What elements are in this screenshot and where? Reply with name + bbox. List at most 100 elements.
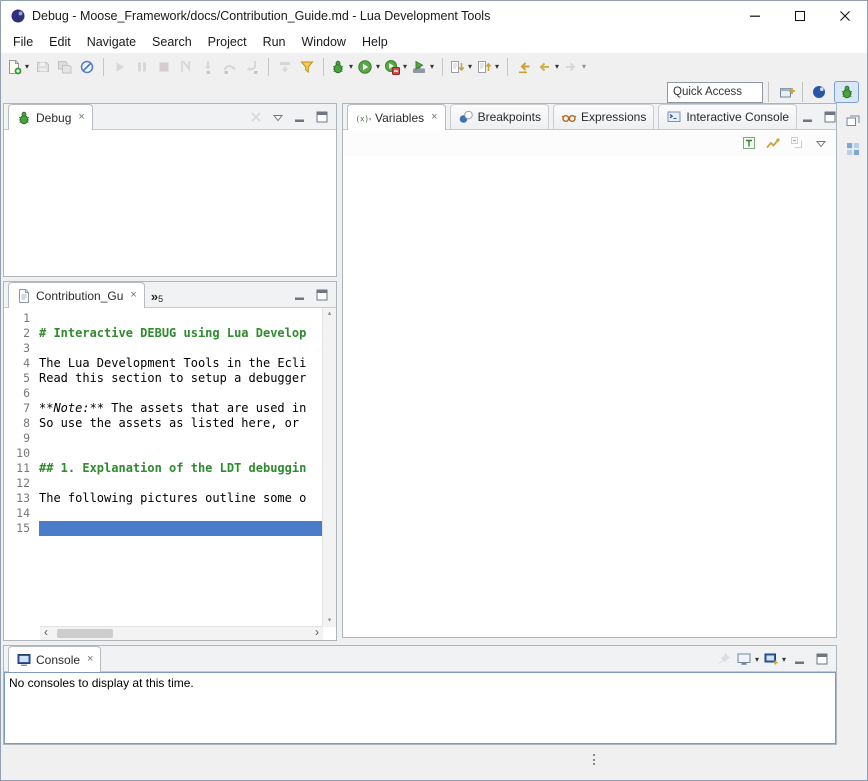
editor-line: 15 [4, 521, 323, 536]
scroll-up-icon[interactable]: ▴ [323, 308, 336, 320]
tab-debug[interactable]: Debug × [8, 104, 93, 130]
menu-file[interactable]: File [5, 33, 41, 51]
minimize-button[interactable] [290, 285, 310, 305]
restore-icon [845, 113, 861, 129]
next-annotation-dropdown[interactable]: ▾ [466, 62, 474, 71]
open-console-dropdown[interactable]: ▾ [780, 655, 788, 664]
toolbar-separator [103, 58, 104, 76]
window-title: Debug - Moose_Framework/docs/Contributio… [32, 9, 490, 23]
debug-icon [839, 84, 855, 100]
skip-all-breakpoints-button[interactable] [77, 57, 97, 77]
line-content: **Note:** The assets that are used in [39, 401, 323, 416]
editor-vertical-scrollbar[interactable]: ▴ ▾ [322, 308, 336, 627]
editor-line: 5Read this section to setup a debugger [4, 371, 323, 386]
menu-search[interactable]: Search [144, 33, 200, 51]
display-selected-console-dropdown[interactable]: ▾ [753, 655, 761, 664]
disconnect-icon [178, 59, 194, 75]
maximize-button[interactable] [820, 107, 840, 127]
tab-label: Variables [375, 111, 424, 125]
view-menu-button[interactable] [268, 107, 288, 127]
run-dropdown[interactable]: ▾ [374, 62, 382, 71]
close-tab-icon[interactable]: × [130, 290, 136, 301]
next-annotation-button[interactable]: ▾ [449, 57, 474, 77]
close-tab-icon[interactable]: × [431, 112, 437, 123]
editor-line: 9 [4, 431, 323, 446]
line-number: 12 [4, 476, 39, 491]
console-view-toolbar: ▾▾ [713, 649, 836, 669]
external-tools-button[interactable]: ▾ [411, 57, 436, 77]
save-button [33, 57, 53, 77]
menu-navigate[interactable]: Navigate [79, 33, 144, 51]
previous-annotation-dropdown[interactable]: ▾ [493, 62, 501, 71]
minimize-button[interactable] [798, 107, 818, 127]
scroll-down-icon[interactable]: ▾ [323, 615, 336, 627]
perspective-row [1, 80, 867, 104]
new-button[interactable]: ▾ [6, 57, 31, 77]
console-message: No consoles to display at this time. [5, 673, 835, 693]
line-content [39, 386, 323, 401]
coverage-dropdown[interactable]: ▾ [401, 62, 409, 71]
resize-grip[interactable] [593, 754, 595, 765]
lua-perspective-button[interactable] [806, 81, 831, 103]
hidden-editors-chevron[interactable]: » 5 [145, 284, 169, 308]
editor-horizontal-scrollbar[interactable]: ‹ › [40, 626, 323, 640]
scrollbar-thumb[interactable] [57, 629, 113, 638]
maximize-button[interactable] [312, 107, 332, 127]
debug-button[interactable]: ▾ [330, 57, 355, 77]
tab-breakpoints[interactable]: Breakpoints [450, 104, 549, 129]
maximize-button[interactable] [312, 285, 332, 305]
menu-help[interactable]: Help [354, 33, 396, 51]
debug-perspective-button[interactable] [834, 81, 859, 103]
scroll-right-icon[interactable]: › [311, 626, 323, 639]
tab-label: Contribution_Gu [36, 289, 123, 303]
tab-label: Interactive Console [686, 110, 789, 124]
maximize-button[interactable] [812, 649, 832, 669]
run-icon [357, 59, 373, 75]
scroll-left-icon[interactable]: ‹ [40, 626, 52, 639]
view-menu-button[interactable] [811, 133, 831, 153]
minimize-button[interactable] [290, 107, 310, 127]
menu-run[interactable]: Run [255, 33, 294, 51]
window-minimize-button[interactable] [732, 1, 777, 31]
fast-view-restore-button[interactable] [843, 111, 863, 131]
external-tools-dropdown[interactable]: ▾ [428, 62, 436, 71]
last-edit-location-button[interactable] [514, 57, 534, 77]
exprs-icon [561, 109, 577, 125]
view-menu-icon [813, 135, 829, 151]
menu-window[interactable]: Window [294, 33, 354, 51]
tab-variables[interactable]: (x)=Variables× [347, 104, 446, 130]
tab-expressions[interactable]: Expressions [553, 104, 654, 129]
window-maximize-button[interactable] [777, 1, 822, 31]
tab-contribution-guide[interactable]: Contribution_Gu × [8, 282, 145, 308]
display-selected-console-button[interactable]: ▾ [736, 649, 761, 669]
window-close-button[interactable] [822, 1, 867, 31]
debug-dropdown[interactable]: ▾ [347, 62, 355, 71]
show-type-names-button[interactable] [739, 133, 759, 153]
quick-access-input[interactable] [667, 82, 763, 103]
editor-text-area[interactable]: 12# Interactive DEBUG using Lua Develop3… [4, 308, 323, 627]
terminate-icon [156, 59, 172, 75]
tab-console[interactable]: Console × [8, 646, 101, 672]
menubar: FileEditNavigateSearchProjectRunWindowHe… [1, 31, 867, 53]
run-button[interactable]: ▾ [357, 57, 382, 77]
close-tab-icon[interactable]: × [87, 654, 93, 665]
close-tab-icon[interactable]: × [78, 112, 84, 123]
min-icon [292, 287, 308, 303]
previous-annotation-button[interactable]: ▾ [476, 57, 501, 77]
fast-view-layout-button[interactable] [843, 139, 863, 159]
watch-button[interactable] [763, 133, 783, 153]
min-icon [800, 109, 816, 125]
menu-project[interactable]: Project [200, 33, 255, 51]
use-step-filters-button[interactable] [297, 57, 317, 77]
coverage-button[interactable]: ▾ [384, 57, 409, 77]
back-dropdown[interactable]: ▾ [553, 62, 561, 71]
forward-dropdown[interactable]: ▾ [580, 62, 588, 71]
tab-interactive-console[interactable]: Interactive Console [658, 104, 797, 129]
back-button[interactable]: ▾ [536, 57, 561, 77]
open-console-button[interactable]: ▾ [763, 649, 788, 669]
minimize-button[interactable] [790, 649, 810, 669]
open-perspective-button[interactable] [774, 81, 799, 103]
min-icon [292, 109, 308, 125]
new-dropdown[interactable]: ▾ [23, 62, 31, 71]
menu-edit[interactable]: Edit [41, 33, 79, 51]
